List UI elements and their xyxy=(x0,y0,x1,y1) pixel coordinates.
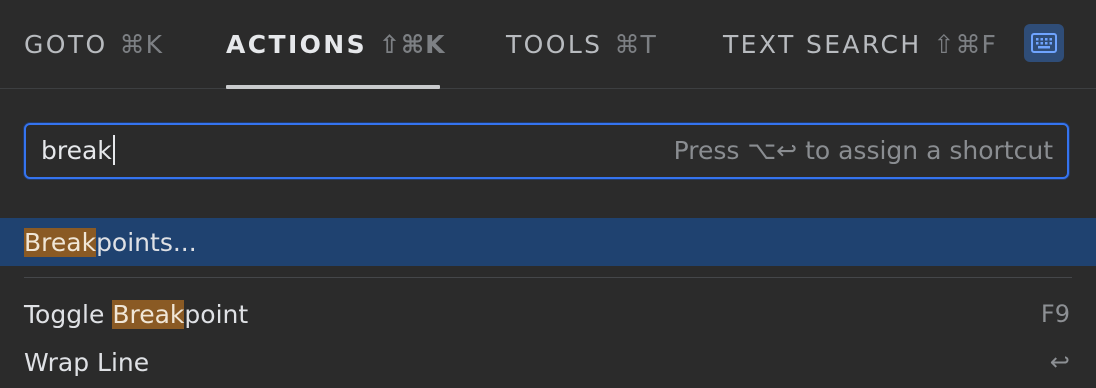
result-name: Toggle Breakpoint xyxy=(24,299,249,329)
result-shortcut: F9 xyxy=(1040,300,1070,328)
result-name-prefix: Wrap Line xyxy=(24,347,150,377)
search-value: break xyxy=(41,136,112,165)
tab-text-search[interactable]: TEXT SEARCH ⇧⌘F xyxy=(723,0,997,88)
search-field[interactable]: break Press ⌥↩ to assign a shortcut xyxy=(24,123,1069,179)
text-caret xyxy=(112,135,115,165)
result-row-wrap-line[interactable]: Wrap Line ↩ xyxy=(0,338,1096,386)
tab-tools[interactable]: TOOLS ⌘T xyxy=(506,0,657,88)
result-divider xyxy=(24,277,1072,278)
tab-actions[interactable]: ACTIONS ⇧⌘K xyxy=(226,0,445,89)
tab-shortcut: ⌘K xyxy=(119,29,164,59)
search-input[interactable]: break xyxy=(41,125,115,177)
match-highlight: Break xyxy=(112,299,185,329)
search-hint: Press ⌥↩ to assign a shortcut xyxy=(673,136,1053,165)
tab-shortcut: ⌘T xyxy=(614,29,657,59)
keyboard-icon xyxy=(1031,33,1057,53)
tab-label: GOTO xyxy=(24,29,108,59)
tab-label: ACTIONS xyxy=(226,29,368,59)
tab-goto[interactable]: GOTO ⌘K xyxy=(24,0,163,88)
result-name: Wrap Line xyxy=(24,348,149,377)
result-row-toggle-breakpoint[interactable]: Toggle Breakpoint F9 xyxy=(0,290,1096,338)
keyboard-shortcut-button[interactable] xyxy=(1024,24,1064,62)
result-name: Breakpoints... xyxy=(24,227,197,257)
match-highlight: Break xyxy=(24,227,97,257)
tab-bar: GOTO ⌘K ACTIONS ⇧⌘K TOOLS ⌘T TEXT SEARCH… xyxy=(0,0,1096,89)
result-shortcut: ↩ xyxy=(1049,348,1070,376)
result-name-prefix: Toggle xyxy=(24,299,113,329)
result-name-rest: points... xyxy=(96,227,197,257)
tab-label: TOOLS xyxy=(506,29,603,59)
tab-shortcut: ⇧⌘F xyxy=(933,29,997,59)
result-name-rest: point xyxy=(184,299,249,329)
tab-shortcut: ⇧⌘K xyxy=(379,29,446,59)
tab-label: TEXT SEARCH xyxy=(723,29,922,59)
result-row-breakpoints[interactable]: Breakpoints... xyxy=(0,218,1096,266)
